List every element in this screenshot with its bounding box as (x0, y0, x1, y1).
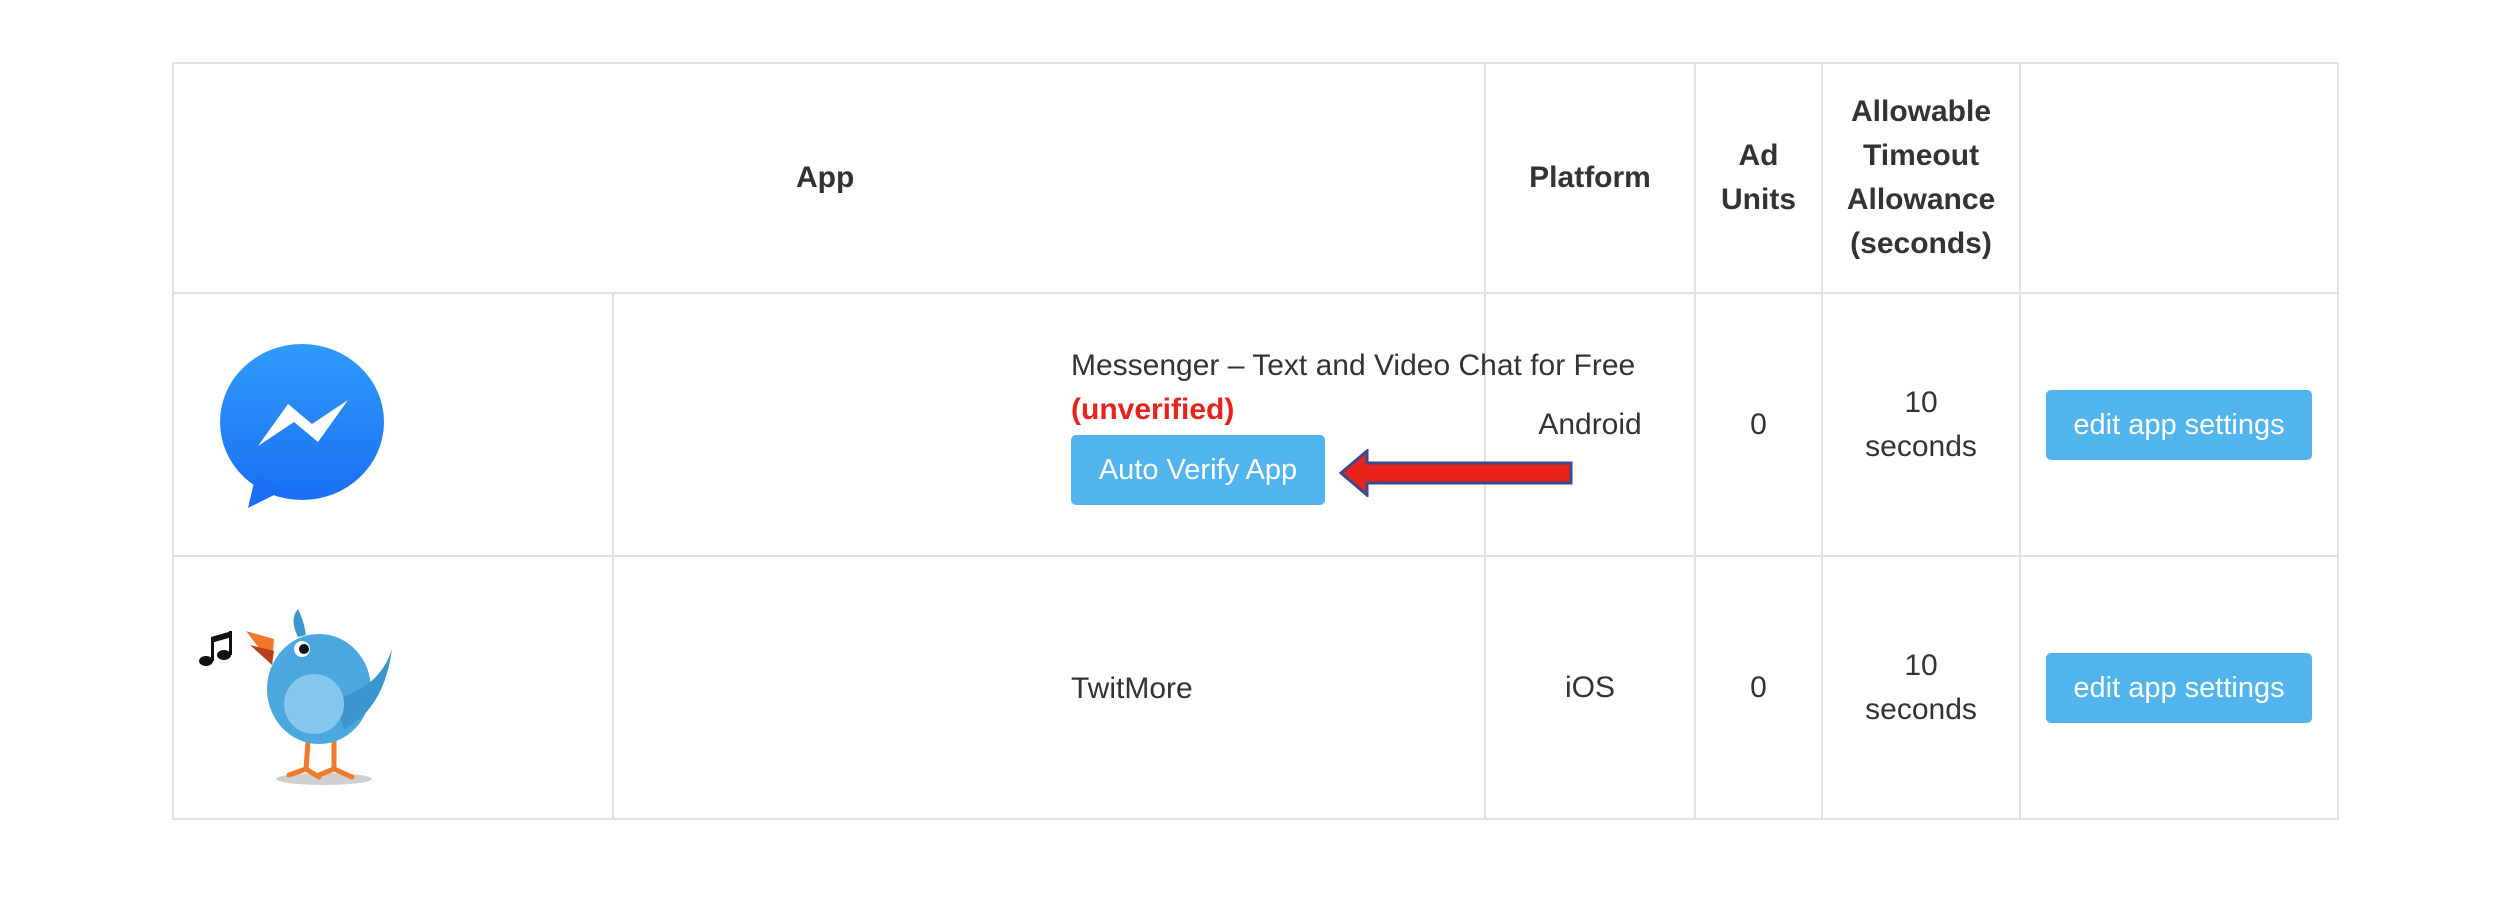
header-platform: Platform (1484, 62, 1697, 294)
header-actions (2019, 62, 2340, 294)
singing-bird-icon (194, 579, 394, 797)
timeout-cell: 10 seconds (1821, 292, 2022, 557)
red-arrow-icon (1339, 449, 1573, 497)
apps-table: App Platform Ad Units Allowable Timeout … (171, 62, 2340, 820)
timeout-unit: seconds (1865, 692, 1977, 726)
timeout-cell: 10 seconds (1821, 555, 2022, 820)
app-name-cell: Messenger – Text and Video Chat for Free… (611, 292, 1635, 557)
header-ad-units-label: Ad Units (1721, 139, 1797, 216)
header-timeout-label: Allowable Timeout Allowance (seconds) (1846, 95, 1996, 260)
header-app: App (171, 62, 1487, 294)
edit-app-settings-button[interactable]: edit app settings (2046, 652, 2313, 723)
app-icon-cell (172, 555, 614, 820)
actions-cell: edit app settings (2019, 555, 2340, 820)
table-header-row: App Platform Ad Units Allowable Timeout … (171, 62, 2340, 294)
app-name: TwitMore (1071, 672, 1193, 705)
actions-cell: edit app settings (2019, 292, 2340, 557)
timeout-value: 10 (1904, 648, 1938, 682)
ad-units-cell: 0 (1694, 555, 1824, 820)
app-name-cell: TwitMore (611, 555, 1487, 820)
edit-app-settings-button[interactable]: edit app settings (2046, 389, 2313, 460)
messenger-icon (218, 342, 386, 518)
app-name: Messenger – Text and Video Chat for Free (1071, 349, 1636, 382)
header-ad-units: Ad Units (1694, 62, 1824, 294)
header-timeout: Allowable Timeout Allowance (seconds) (1821, 62, 2022, 294)
table-row: TwitMore iOS 0 10 seconds edit app setti… (172, 555, 2340, 820)
ad-units-cell: 0 (1694, 292, 1824, 557)
timeout-value: 10 (1904, 385, 1938, 419)
unverified-status: (unverified) (1071, 393, 1235, 426)
timeout-unit: seconds (1865, 429, 1977, 463)
table-row: Messenger – Text and Video Chat for Free… (172, 292, 2340, 557)
app-icon-cell (172, 292, 614, 557)
auto-verify-button[interactable]: Auto Verify App (1071, 435, 1325, 505)
